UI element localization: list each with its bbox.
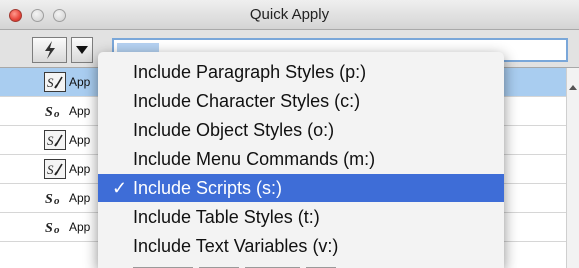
quick-apply-window: Quick Apply S App So App S App S App So App So App … — [0, 0, 579, 268]
scrollbar[interactable] — [566, 68, 579, 268]
menu-item-partial[interactable] — [133, 260, 393, 268]
script-icon: So — [44, 101, 66, 121]
svg-text:S: S — [45, 105, 53, 118]
paragraph-style-icon: S — [44, 130, 66, 150]
script-icon: So — [44, 188, 66, 208]
options-dropdown-button[interactable] — [71, 37, 93, 63]
menu-item-label: Include Table Styles (t:) — [133, 207, 320, 227]
menu-item-label: Include Scripts (s:) — [133, 178, 283, 198]
menu-item[interactable]: Include Text Variables (v:) — [98, 232, 504, 260]
menu-item-label: Include Paragraph Styles (p:) — [133, 62, 367, 82]
svg-text:o: o — [54, 195, 60, 205]
edit-item-button[interactable] — [32, 37, 67, 63]
svg-text:S: S — [45, 192, 53, 205]
menu-item-label: Include Object Styles (o:) — [133, 120, 335, 140]
menu-item-label: Include Character Styles (c:) — [133, 91, 361, 111]
script-icon: So — [44, 217, 66, 237]
list-item-label: App — [69, 162, 91, 176]
menu-item[interactable]: Include Character Styles (c:) — [98, 87, 504, 115]
svg-text:o: o — [54, 108, 60, 118]
list-item-label: App — [69, 220, 91, 234]
menu-item[interactable]: Include Object Styles (o:) — [98, 116, 504, 144]
triangle-down-icon — [76, 46, 88, 54]
list-item-label: App — [69, 75, 91, 89]
list-item-label: App — [69, 191, 91, 205]
title-bar: Quick Apply — [0, 0, 579, 30]
list-item-label: App — [69, 133, 91, 147]
menu-item[interactable]: Include Menu Commands (m:) — [98, 145, 504, 173]
svg-text:S: S — [47, 75, 54, 89]
menu-item[interactable]: ✓ Include Scripts (s:) — [98, 174, 504, 202]
svg-text:o: o — [54, 224, 60, 234]
menu-item-label: Include Menu Commands (m:) — [133, 149, 376, 169]
quick-apply-options-menu: Include Paragraph Styles (p:) Include Cha… — [98, 52, 504, 268]
list-item-label: App — [69, 104, 91, 118]
paragraph-style-icon: S — [44, 159, 66, 179]
svg-text:S: S — [47, 133, 54, 147]
menu-item[interactable]: Include Paragraph Styles (p:) — [98, 58, 504, 86]
scroll-up-arrow-icon[interactable] — [567, 82, 579, 92]
paragraph-style-icon: S — [44, 72, 66, 92]
checkmark-icon: ✓ — [112, 178, 128, 198]
menu-item-label: Include Text Variables (v:) — [133, 236, 339, 256]
menu-item[interactable]: Include Table Styles (t:) — [98, 203, 504, 231]
window-title: Quick Apply — [249, 6, 330, 23]
svg-text:S: S — [45, 221, 53, 234]
svg-text:S: S — [47, 162, 54, 176]
lightning-bolt-icon — [44, 41, 55, 59]
